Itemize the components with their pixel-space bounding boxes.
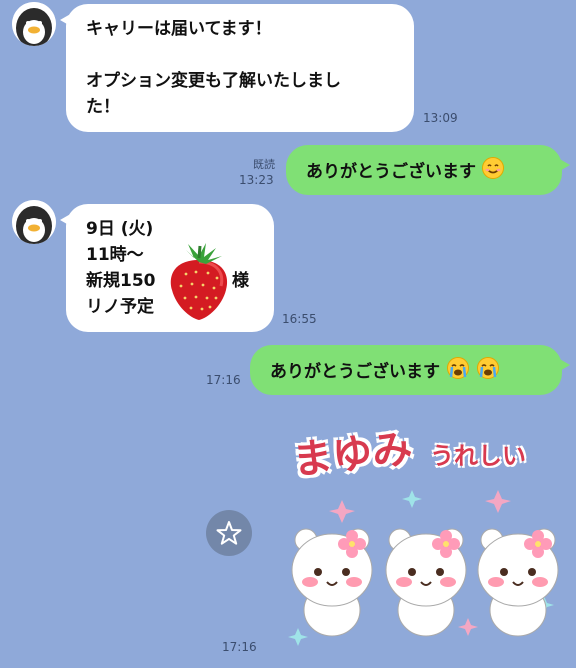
timestamp: 13:09	[423, 111, 458, 125]
read-receipt: 既読	[253, 158, 275, 171]
timestamp: 13:23	[239, 173, 274, 187]
message-bubble[interactable]: ありがとうございます	[286, 145, 562, 195]
message-text: ありがとうございます	[306, 162, 476, 182]
crying-face-icon	[476, 357, 500, 387]
sticker-text: まゆみ	[290, 424, 415, 485]
bear-icon	[385, 528, 467, 637]
timestamp: 16:55	[282, 312, 317, 326]
star-icon	[216, 521, 242, 545]
message-text: オプション変更も了解いたしまし	[86, 71, 341, 91]
message-text	[86, 42, 394, 68]
penguin-icon	[12, 2, 56, 46]
smiling-face-icon	[481, 157, 504, 187]
message-bubble[interactable]: キャリーは届いてます！ オプション変更も了解いたしまし た！	[66, 4, 414, 132]
sticker[interactable]: まゆみ うれしい	[280, 412, 570, 652]
sticker-text: うれしい	[430, 441, 526, 470]
timestamp: 17:16	[206, 373, 241, 387]
timestamp: 17:16	[222, 640, 257, 654]
message-text: キャリーは届いてます！	[86, 19, 272, 39]
bears-illustration	[288, 490, 559, 646]
message-text: た！	[86, 97, 120, 117]
message-bubble[interactable]: ありがとうございます	[250, 345, 562, 395]
crying-face-icon	[446, 357, 470, 387]
avatar[interactable]	[12, 2, 56, 46]
bear-icon	[477, 528, 559, 637]
avatar[interactable]	[12, 200, 56, 244]
bear-icon	[291, 528, 373, 637]
message-text: 9日 (火)	[86, 219, 154, 239]
message-text: ありがとうございます	[270, 362, 440, 382]
message-bubble[interactable]: 9日 (火) 11時〜 新規150 リノ予定 様	[66, 204, 274, 332]
message-text: 様	[232, 271, 249, 291]
penguin-icon	[12, 200, 56, 244]
strawberry-icon	[166, 242, 232, 330]
favorite-sticker-button[interactable]	[206, 510, 252, 556]
